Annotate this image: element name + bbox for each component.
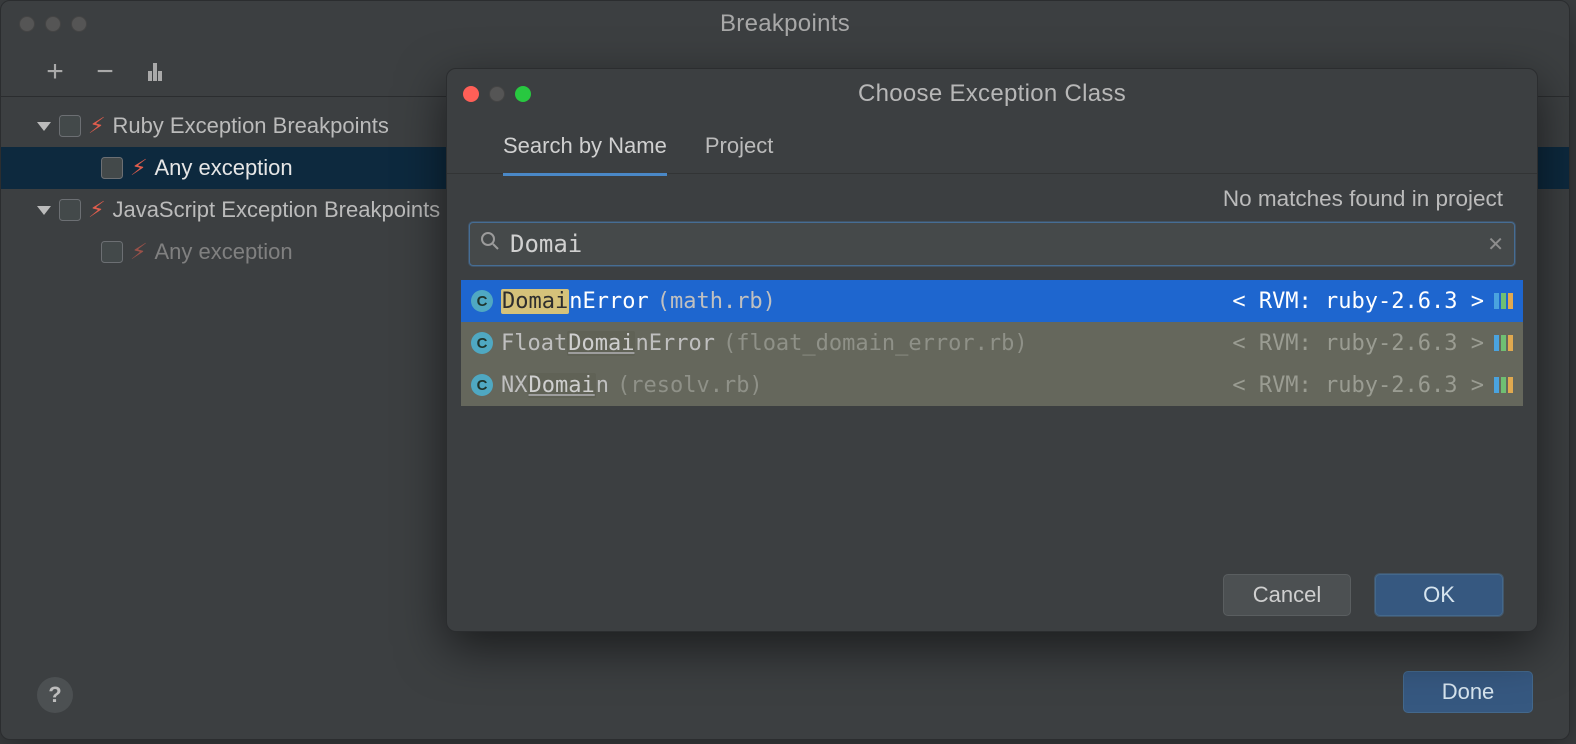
tree-group-label: Ruby Exception Breakpoints (112, 113, 388, 139)
exception-icon: ⚡ (129, 239, 148, 265)
dialog-titlebar: Choose Exception Class (447, 69, 1537, 119)
library-icon (1492, 335, 1513, 351)
view-breakpoints-icon[interactable] (143, 60, 167, 84)
result-file: (math.rb) (657, 289, 776, 314)
dialog-tabs: Search by Name Project (447, 119, 1537, 174)
result-row[interactable]: C FloatDomainError (float_domain_error.r… (461, 322, 1523, 364)
result-file: (resolv.rb) (617, 373, 763, 398)
choose-exception-dialog: Choose Exception Class Search by Name Pr… (446, 68, 1538, 632)
search-field-wrapper[interactable]: ✕ (469, 222, 1515, 266)
library-icon (1492, 293, 1513, 309)
result-file: (float_domain_error.rb) (723, 331, 1028, 356)
class-icon: C (471, 374, 493, 396)
library-icon (1492, 377, 1513, 393)
exception-icon: ⚡ (87, 197, 106, 223)
status-text: No matches found in project (1223, 186, 1503, 212)
clear-search-icon[interactable]: ✕ (1487, 232, 1504, 257)
result-sdk: < RVM: ruby-2.6.3 > (1232, 331, 1484, 356)
done-button[interactable]: Done (1403, 671, 1533, 713)
tree-item-label: Any exception (154, 155, 292, 181)
ok-button[interactable]: OK (1375, 574, 1503, 616)
result-row[interactable]: C NXDomain (resolv.rb) < RVM: ruby-2.6.3… (461, 364, 1523, 406)
results-list: C DomainError (math.rb) < RVM: ruby-2.6.… (461, 280, 1523, 406)
add-breakpoint-button[interactable]: + (43, 60, 67, 84)
result-sdk: < RVM: ruby-2.6.3 > (1232, 373, 1484, 398)
disclosure-icon[interactable] (37, 206, 51, 215)
result-name: FloatDomainError (501, 331, 715, 356)
tab-search-by-name[interactable]: Search by Name (503, 133, 667, 173)
tab-project[interactable]: Project (705, 133, 773, 173)
result-sdk: < RVM: ruby-2.6.3 > (1232, 289, 1484, 314)
breakpoints-title: Breakpoints (1, 10, 1569, 38)
remove-breakpoint-button[interactable]: − (93, 60, 117, 84)
exception-icon: ⚡ (87, 113, 106, 139)
dialog-title: Choose Exception Class (447, 80, 1537, 108)
checkbox[interactable] (101, 157, 123, 179)
result-row[interactable]: C DomainError (math.rb) < RVM: ruby-2.6.… (461, 280, 1523, 322)
tree-item-label: Any exception (154, 239, 292, 265)
checkbox[interactable] (59, 199, 81, 221)
tree-group-label: JavaScript Exception Breakpoints (112, 197, 440, 223)
search-icon (480, 231, 500, 257)
class-icon: C (471, 332, 493, 354)
dialog-footer: Cancel OK (447, 559, 1537, 631)
checkbox[interactable] (101, 241, 123, 263)
breakpoints-titlebar: Breakpoints (1, 1, 1569, 47)
help-button[interactable]: ? (37, 677, 73, 713)
exception-icon: ⚡ (129, 155, 148, 181)
class-icon: C (471, 290, 493, 312)
cancel-button[interactable]: Cancel (1223, 574, 1351, 616)
result-name: NXDomain (501, 373, 609, 398)
disclosure-icon[interactable] (37, 122, 51, 131)
result-name: DomainError (501, 289, 649, 314)
search-input[interactable] (510, 230, 1477, 258)
checkbox[interactable] (59, 115, 81, 137)
